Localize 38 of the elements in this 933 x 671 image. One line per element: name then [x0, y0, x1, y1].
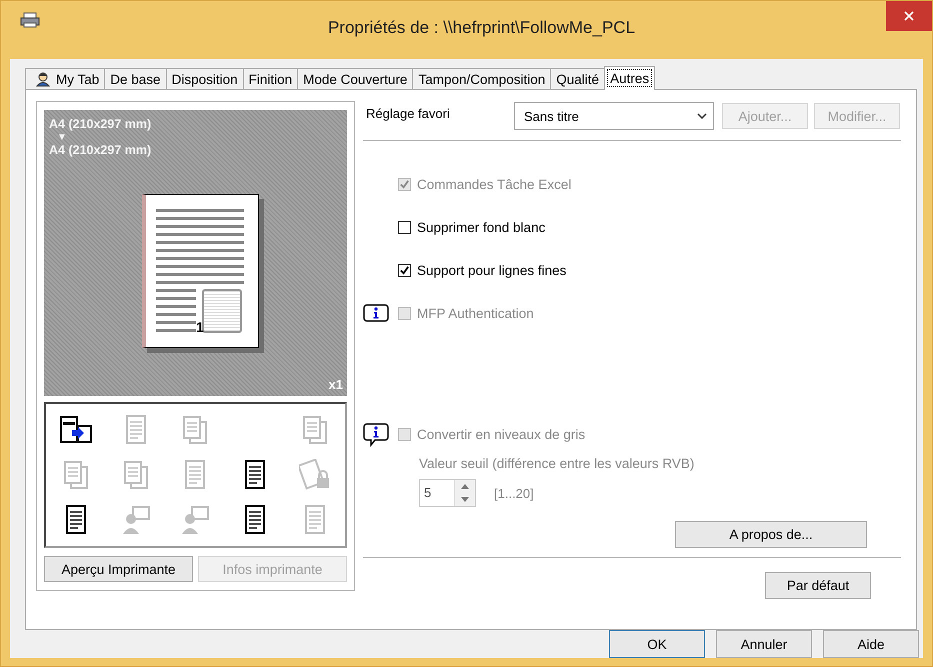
down-arrow-icon[interactable] [461, 497, 469, 502]
default-button[interactable]: Par défaut [765, 572, 871, 599]
checkbox-label: MFP Authentication [417, 306, 534, 321]
copies-label: x1 [328, 377, 343, 392]
checkbox-label: Commandes Tâche Excel [417, 177, 572, 192]
dialog-button[interactable]: Annuler [716, 630, 812, 658]
tab[interactable]: My Tab [25, 68, 106, 89]
page-number: 1 [196, 319, 204, 335]
person-icon[interactable] [179, 504, 212, 536]
favorite-dropdown[interactable]: Sans titre [514, 102, 714, 130]
tab[interactable]: Qualité [550, 68, 606, 89]
checkbox[interactable] [398, 264, 411, 277]
paper-size-label: A4 (210x297 mm) [49, 117, 152, 132]
checkbox-label: Supprimer fond blanc [417, 220, 546, 235]
dialog-button[interactable]: OK [609, 630, 705, 658]
favorite-setting-label: Réglage favori [366, 106, 451, 120]
checkbox[interactable] [398, 221, 411, 234]
paper-size-label: A4 (210x297 mm) [49, 143, 152, 158]
tab[interactable]: Autres [604, 66, 656, 90]
up-arrow-icon[interactable] [461, 484, 469, 489]
tab[interactable]: Tampon/Composition [412, 68, 552, 89]
arrow-glyph: ▼ [57, 132, 67, 143]
close-button[interactable] [886, 1, 932, 31]
printer-icon [20, 12, 40, 28]
image-placeholder [202, 289, 242, 333]
window-title: Propriétés de : \\hefrprint\FollowMe_PCL [326, 18, 636, 38]
chevron-down-icon [697, 113, 707, 119]
preview-button[interactable]: Aperçu Imprimante [44, 556, 193, 582]
threshold-label: Valeur seuil (différence entre les valeurs RVB) [419, 456, 696, 471]
about-button[interactable]: A propos de... [675, 521, 867, 548]
dialog-button[interactable]: Aide [823, 630, 919, 658]
range-label: [1...20] [494, 486, 534, 500]
checkbox-label: Support pour lignes fines [417, 263, 566, 278]
tab[interactable]: Disposition [166, 68, 244, 89]
close-icon [904, 11, 914, 21]
person-icon [35, 71, 51, 87]
checkbox-label: Convertir en niveaux de gris [417, 427, 586, 442]
lock-icon[interactable] [299, 458, 332, 491]
